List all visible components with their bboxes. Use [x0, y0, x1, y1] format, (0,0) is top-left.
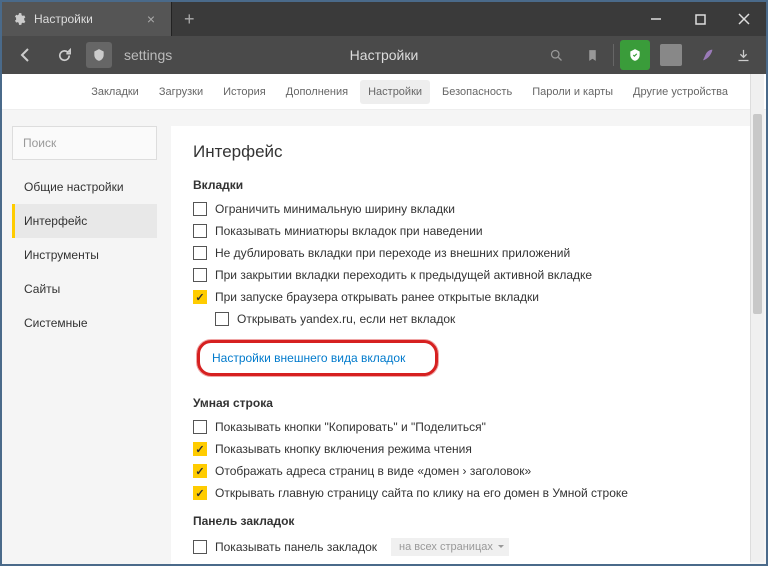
vertical-scrollbar[interactable]: [750, 74, 764, 562]
page-title: Настройки: [350, 47, 419, 63]
topnav-security[interactable]: Безопасность: [434, 80, 520, 104]
opt-no-duplicate: Не дублировать вкладки при переходе из в…: [193, 246, 728, 260]
top-navigation: Закладки Загрузки История Дополнения Нас…: [2, 74, 766, 110]
new-tab-button[interactable]: +: [172, 9, 207, 30]
bookmarks-scope-dropdown[interactable]: на всех страницах: [391, 538, 509, 556]
checkbox[interactable]: [193, 246, 207, 260]
sidebar-item-interface[interactable]: Интерфейс: [12, 204, 157, 238]
close-button[interactable]: [722, 2, 766, 36]
sidebar-item-sites[interactable]: Сайты: [12, 272, 157, 306]
sidebar-item-tools[interactable]: Инструменты: [12, 238, 157, 272]
topnav-passwords[interactable]: Пароли и карты: [524, 80, 621, 104]
download-icon[interactable]: [728, 40, 758, 70]
opt-show-bookmarks: Показывать панель закладок на всех стран…: [193, 538, 728, 556]
opt-open-home: Открывать главную страницу сайта по клик…: [193, 486, 728, 500]
search-input[interactable]: Поиск: [12, 126, 157, 160]
back-button[interactable]: [10, 39, 42, 71]
settings-main: Интерфейс Вкладки Ограничить минимальную…: [171, 126, 750, 564]
titlebar: Настройки × +: [2, 2, 766, 36]
opt-restore-tabs: При запуске браузера открывать ранее отк…: [193, 290, 728, 304]
checkbox[interactable]: [193, 486, 207, 500]
sidebar-item-system[interactable]: Системные: [12, 306, 157, 340]
checkbox[interactable]: [193, 224, 207, 238]
opt-limit-width: Ограничить минимальную ширину вкладки: [193, 202, 728, 216]
protect-icon[interactable]: [620, 40, 650, 70]
topnav-devices[interactable]: Другие устройства: [625, 80, 736, 104]
smart-subtitle: Умная строка: [193, 396, 728, 410]
content-area: Поиск Общие настройки Интерфейс Инструме…: [2, 110, 766, 564]
checkbox[interactable]: [193, 442, 207, 456]
section-title: Интерфейс: [193, 142, 728, 162]
feather-icon[interactable]: [692, 40, 722, 70]
scrollbar-thumb[interactable]: [753, 114, 762, 314]
search-icon[interactable]: [541, 40, 571, 70]
url-text[interactable]: settings: [124, 47, 172, 63]
opt-open-yandex: Открывать yandex.ru, если нет вкладок: [215, 312, 728, 326]
tabs-subtitle: Вкладки: [193, 178, 728, 192]
reload-button[interactable]: [48, 39, 80, 71]
checkbox[interactable]: [193, 464, 207, 478]
topnav-downloads[interactable]: Загрузки: [151, 80, 211, 104]
window-controls: [634, 2, 766, 36]
minimize-button[interactable]: [634, 2, 678, 36]
opt-domain-title: Отображать адреса страниц в виде «домен …: [193, 464, 728, 478]
gear-icon: [12, 12, 26, 26]
browser-window: Настройки × + settings Настройки Закладк…: [0, 0, 768, 566]
settings-sidebar: Поиск Общие настройки Интерфейс Инструме…: [12, 126, 157, 564]
opt-thumbnails: Показывать миниатюры вкладок при наведен…: [193, 224, 728, 238]
topnav-addons[interactable]: Дополнения: [278, 80, 356, 104]
tab-close-button[interactable]: ×: [141, 11, 161, 27]
tab-title: Настройки: [34, 12, 141, 26]
topnav-settings[interactable]: Настройки: [360, 80, 430, 104]
checkbox[interactable]: [193, 202, 207, 216]
checkbox[interactable]: [193, 420, 207, 434]
bookmarks-subtitle: Панель закладок: [193, 514, 728, 528]
bookmark-icon[interactable]: [577, 40, 607, 70]
opt-prev-tab: При закрытии вкладки переходить к предыд…: [193, 268, 728, 282]
address-bar: settings Настройки: [2, 36, 766, 74]
tabs-appearance-link[interactable]: Настройки внешнего вида вкладок: [197, 340, 438, 376]
opt-copy-share: Показывать кнопки "Копировать" и "Подели…: [193, 420, 728, 434]
browser-tab[interactable]: Настройки ×: [2, 2, 172, 36]
checkbox[interactable]: [193, 290, 207, 304]
sidebar-item-general[interactable]: Общие настройки: [12, 170, 157, 204]
checkbox[interactable]: [193, 268, 207, 282]
site-identity-icon[interactable]: [86, 42, 112, 68]
opt-reader: Показывать кнопку включения режима чтени…: [193, 442, 728, 456]
maximize-button[interactable]: [678, 2, 722, 36]
checkbox[interactable]: [215, 312, 229, 326]
topnav-bookmarks[interactable]: Закладки: [83, 80, 147, 104]
topnav-history[interactable]: История: [215, 80, 274, 104]
checkbox[interactable]: [193, 540, 207, 554]
extension-icon[interactable]: [656, 40, 686, 70]
